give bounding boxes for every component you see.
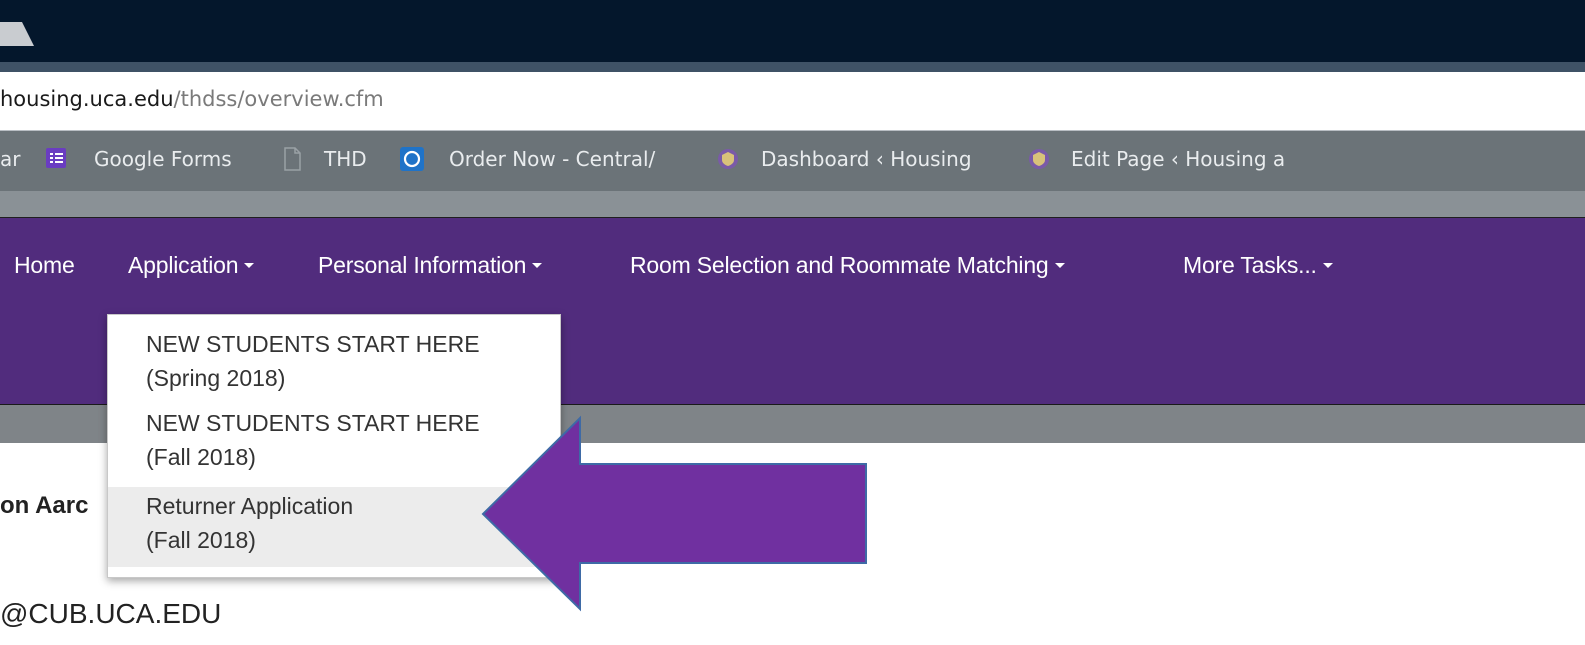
arrow-shape [481, 415, 867, 612]
annotation-arrow [481, 415, 867, 612]
